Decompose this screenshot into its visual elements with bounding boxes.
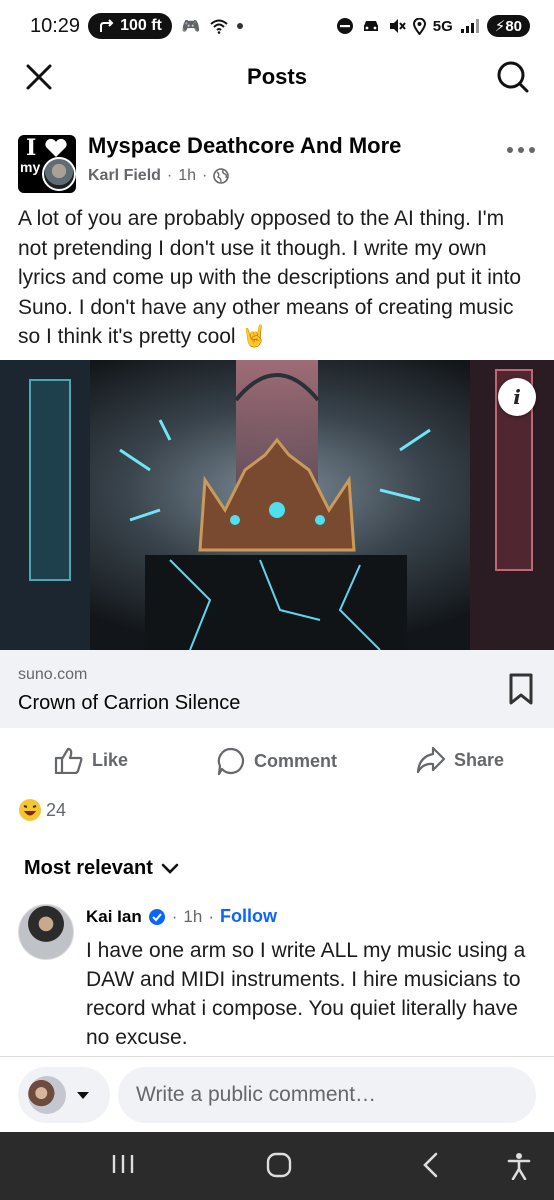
close-icon: [26, 64, 52, 90]
separator: ·: [166, 167, 173, 184]
separator: ·: [202, 167, 208, 184]
share-arrow-icon: [416, 746, 446, 774]
link-preview[interactable]: suno.com Crown of Carrion Silence: [0, 650, 554, 728]
globe-icon: [213, 168, 230, 184]
info-button[interactable]: i: [498, 378, 536, 416]
network-type: 5G: [432, 17, 453, 35]
thumbs-up-icon: [54, 747, 83, 774]
group-logo-letter: I: [26, 135, 37, 161]
search-button[interactable]: [496, 60, 530, 99]
follow-button[interactable]: Follow: [220, 906, 277, 927]
link-domain: suno.com: [18, 666, 88, 683]
chevron-down-icon: [161, 863, 179, 874]
game-controller-icon: 🎮: [181, 18, 201, 35]
more-horizontal-icon: [507, 147, 535, 153]
comment-button[interactable]: Comment: [216, 746, 337, 776]
top-bar: Posts: [0, 52, 554, 102]
heart-icon: [45, 138, 67, 157]
comment-header: Kai Ian · 1h · Follow: [86, 906, 277, 927]
accessibility-button[interactable]: [506, 1152, 532, 1185]
identity-switcher[interactable]: [18, 1067, 110, 1123]
separator: ·: [171, 906, 178, 926]
sort-label: Most relevant: [24, 857, 153, 879]
status-bar: 10:29 100 ft 🎮 5G ⚡80: [0, 0, 554, 52]
notification-dot-icon: [236, 23, 243, 29]
do-not-disturb-icon: [336, 18, 353, 34]
back-icon: [423, 1152, 438, 1178]
post-meta: Karl Field · 1h ·: [88, 167, 230, 185]
battery-level: 80: [505, 18, 522, 35]
mute-icon: [389, 19, 406, 33]
accessibility-icon: [507, 1153, 531, 1181]
back-button[interactable]: [420, 1152, 442, 1183]
separator: ·: [208, 906, 215, 926]
group-name[interactable]: Myspace Deathcore And More: [88, 133, 401, 159]
comment-label: Comment: [254, 750, 338, 771]
reaction-summary[interactable]: 24: [18, 798, 66, 822]
home-icon: [266, 1152, 292, 1178]
signal-icon: [460, 19, 479, 33]
location-icon: [412, 17, 426, 35]
commenter-name[interactable]: Kai Ian: [86, 907, 142, 927]
post-header: I my Myspace Deathcore And More Karl Fie…: [18, 131, 536, 195]
link-title: Crown of Carrion Silence: [18, 692, 241, 714]
navigation-distance: 100 ft: [120, 17, 162, 34]
post-actions: Like Comment Share: [0, 740, 554, 782]
commenter-avatar[interactable]: [18, 904, 74, 960]
comment-sort-dropdown[interactable]: Most relevant: [24, 857, 179, 880]
share-button[interactable]: Share: [416, 746, 504, 774]
wifi-icon: [209, 19, 228, 34]
haha-reaction-icon: [19, 799, 41, 821]
home-button[interactable]: [265, 1152, 293, 1183]
post-time[interactable]: 1h: [178, 167, 196, 185]
author-name[interactable]: Karl Field: [88, 167, 161, 185]
info-icon: i: [513, 385, 521, 409]
comment-bubble-icon: [217, 747, 245, 776]
group-logo-text: my: [20, 159, 41, 175]
battery-indicator: ⚡80: [486, 15, 530, 37]
close-button[interactable]: [24, 62, 54, 97]
caret-down-icon: [77, 1091, 89, 1099]
car-icon: [363, 21, 378, 31]
author-avatar[interactable]: [42, 157, 76, 191]
turn-arrow-icon: [100, 19, 114, 32]
comment-composer: Write a public comment…: [0, 1056, 554, 1132]
like-label: Like: [92, 749, 129, 770]
clock: 10:29: [30, 14, 81, 37]
crown-artwork: [0, 360, 554, 650]
comment-text: I have one arm so I write ALL my music u…: [86, 939, 526, 1049]
share-label: Share: [454, 749, 505, 770]
more-options-button[interactable]: [506, 131, 536, 162]
save-button[interactable]: [508, 672, 534, 711]
post-body: A lot of you are probably opposed to the…: [18, 207, 522, 348]
reaction-count: 24: [46, 799, 67, 820]
comment-time: 1h: [183, 906, 203, 926]
user-avatar: [28, 1076, 66, 1114]
recent-apps-icon: [112, 1155, 134, 1173]
bookmark-icon: [509, 673, 533, 705]
page-title: Posts: [247, 64, 307, 89]
post-image[interactable]: i: [0, 360, 554, 650]
search-icon: [497, 61, 529, 93]
comment-input[interactable]: Write a public comment…: [118, 1067, 536, 1123]
system-nav-bar: [0, 1132, 554, 1200]
recent-apps-button[interactable]: [110, 1152, 136, 1181]
like-button[interactable]: Like: [54, 746, 128, 774]
verified-badge-icon: [148, 908, 165, 925]
navigation-pill[interactable]: 100 ft: [88, 13, 172, 39]
